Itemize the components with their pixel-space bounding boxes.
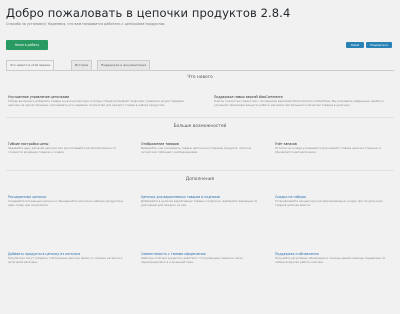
- section-divider: [6, 170, 394, 171]
- feature-card: Поддержка и обновления Получайте регуляр…: [275, 252, 393, 264]
- feature-card: Учёт запасов Остатки на складе учитывают…: [275, 142, 393, 154]
- page-title: Добро пожаловать в цепочки продуктов 2.8…: [6, 6, 291, 20]
- get-started-button[interactable]: Начать работу: [6, 40, 48, 50]
- feature-card: Отображение товаров Выбирайте, как показ…: [141, 142, 259, 154]
- feature-description: Выбирайте, как показывать товары цепочки…: [141, 146, 252, 155]
- feature-description: Покупатели могут собирать собственные це…: [8, 256, 123, 265]
- tweet-button[interactable]: Tweet: [346, 42, 364, 48]
- feature-description: Остатки на складе учитываются для каждог…: [275, 146, 381, 155]
- feature-card: Поддержка новых версий WooCommerce Плаги…: [214, 95, 396, 107]
- share-button[interactable]: Поделиться: [366, 42, 392, 48]
- section-heading-extras: Дополнения: [185, 177, 215, 182]
- feature-description: Получайте регулярные обновления и помощь…: [275, 256, 386, 265]
- feature-card: Гибкие настройки цены Задавайте цену для…: [8, 142, 126, 154]
- feature-card: Улучшенное управление цепочками Теперь в…: [8, 95, 190, 107]
- feature-card: Скидки на наборы Устанавливайте процентн…: [275, 195, 393, 207]
- feature-description: Устанавливайте процентную или фиксирован…: [275, 199, 383, 208]
- feature-description: Создавайте вложенные цепочки и объединяй…: [8, 199, 124, 208]
- feature-description: Плагин полностью совместим с последними …: [214, 99, 384, 108]
- feature-card: Расширенные цепочки Создавайте вложенные…: [8, 195, 126, 207]
- feature-description: Теперь вы можете добавлять товары в цепо…: [8, 99, 184, 108]
- feature-description: Добавляйте в цепочки вариативные товары …: [141, 199, 258, 208]
- page-subtitle: Спасибо за установку! Надеемся, что вам …: [6, 22, 166, 26]
- tab-divider: [6, 70, 394, 71]
- feature-card: Цепочки для вариативных товаров и подпис…: [141, 195, 259, 207]
- feature-card: Совместимость с темами оформления Шаблон…: [141, 252, 259, 264]
- feature-description: Задавайте цену для всей цепочки или расс…: [8, 146, 117, 155]
- section-divider: [6, 117, 394, 118]
- feature-card: Добавить продукты в цепочку из каталога …: [8, 252, 126, 264]
- section-heading-more: Больше возможностей: [173, 124, 227, 129]
- feature-description: Шаблоны плагина корректно работают с поп…: [141, 256, 243, 265]
- section-heading-new: Что нового: [187, 75, 213, 80]
